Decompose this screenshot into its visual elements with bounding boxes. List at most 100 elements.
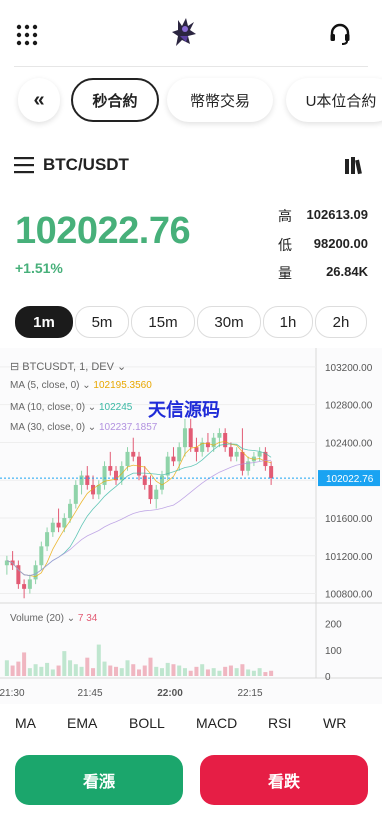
candle-body [56,522,61,528]
tab-second-contract[interactable]: 秒合約 [71,78,159,122]
ma30-value: 102237.1857 [98,422,158,433]
volume-value: 26.84K [326,264,368,279]
volume-bar [200,664,205,676]
headset-icon[interactable] [328,22,352,46]
volume-bar [108,665,113,676]
timeframe-2h[interactable]: 2h [315,306,367,338]
low-value: 98200.00 [313,236,368,251]
volume-bar [177,665,182,676]
chevron-down-icon[interactable]: ⌄ [79,380,93,391]
trading-pair[interactable]: BTC/USDT [43,155,129,175]
candle-body [228,447,233,457]
books-icon[interactable] [344,155,364,175]
volume-bar [154,666,159,676]
volume-bar [165,662,170,676]
volume-bar [171,664,176,676]
last-price-tag-label: 102022.76 [326,474,374,485]
ma30-label: MA (30, close, 0) [10,422,86,433]
volume-bar [62,651,67,676]
chart-symbol-line[interactable]: ⊟ BTCUSDT, 1, DEV ⌄ [10,360,126,373]
tab-usdt-futures[interactable]: U本位合約 [286,78,382,122]
timeframe-15m[interactable]: 15m [131,306,195,338]
chart-symbol: BTCUSDT, 1, DEV [22,361,114,373]
indicator-wr[interactable]: WR [323,715,346,731]
volume-bar [257,668,262,676]
indicator-ma[interactable]: MA [15,715,36,731]
volume-bar [96,644,101,676]
indicator-boll[interactable]: BOLL [129,715,165,731]
candle-body [33,565,38,580]
high-value: 102613.09 [306,207,368,222]
indicator-macd[interactable]: MACD [196,715,237,731]
candle-body [182,428,187,448]
volume-bar [148,657,153,676]
candle-body [240,451,245,471]
low-label: 低 [278,237,292,253]
candle-body [79,475,84,485]
chevron-down-icon[interactable]: ⌄ [85,422,99,433]
timeframe-30m[interactable]: 30m [197,306,261,338]
volume-legend: Volume (20) ⌄ 7 34 [10,613,97,624]
candle-body [96,484,101,495]
volume-bar [228,665,233,676]
candle-body [211,437,216,448]
candle-body [39,546,44,566]
volume-bar [79,666,84,676]
tab-spot-trading[interactable]: 幣幣交易 [167,78,273,122]
chevron-down-icon[interactable]: ⌄ [64,613,78,624]
volume-bar [114,666,119,676]
market-tabs: « 秒合約 幣幣交易 U本位合約 [0,78,382,126]
volume-bar [223,666,228,676]
price-tick-label: 100800.00 [325,590,373,601]
volume-bar [188,670,193,676]
high-label: 高 [278,208,292,224]
candle-body [177,447,182,462]
volume-bar [91,668,96,676]
volume-bar [10,665,15,676]
candle-body [142,475,147,485]
grid-menu-icon[interactable] [16,24,38,46]
candle-body [188,428,193,448]
volume-bar [159,668,164,676]
header-divider [14,66,368,67]
candle-body [50,522,55,533]
volume-bar [125,660,130,676]
volume-bar [246,669,251,676]
chevron-down-icon[interactable]: ⌄ [85,402,99,413]
candle-body [194,447,199,452]
chart-collapse-icon[interactable]: ⊟ [10,361,22,373]
volume-bar [251,670,256,676]
price-tick-label: 102800.00 [325,401,373,412]
volume-indicator-value: 7 34 [77,613,98,624]
candle-body [154,489,159,500]
price-tick-label: 101200.00 [325,552,373,563]
candle-body [165,456,170,476]
volume-bar [182,668,187,676]
ma10-legend: MA (10, close, 0) ⌄ 102245 [10,402,132,413]
hamburger-menu-icon[interactable] [14,156,34,174]
volume-bar [119,668,124,676]
timeframe-5m[interactable]: 5m [75,306,129,338]
candle-body [73,484,78,504]
time-tick-label: 22:15 [237,688,262,699]
volume-bar [263,672,268,676]
candle-body [148,484,153,500]
indicator-ema[interactable]: EMA [67,715,97,731]
indicator-rsi[interactable]: RSI [268,715,291,731]
timeframe-1m[interactable]: 1m [15,306,73,338]
ma10-label: MA (10, close, 0) [10,402,86,413]
price-change: +1.51% [15,260,63,276]
volume-bar [33,664,38,676]
volume-bar [22,652,27,676]
watermark-text: 天信源码 [148,400,220,420]
sell-down-button[interactable]: 看跌 [200,755,368,805]
candle-body [171,456,176,462]
volume-bar [234,668,239,676]
chevron-down-icon[interactable]: ⌄ [114,361,126,373]
timeframe-1h[interactable]: 1h [263,306,313,338]
tab-scroll-back[interactable]: « [18,78,60,122]
buy-up-button[interactable]: 看漲 [15,755,183,805]
ma30-legend: MA (30, close, 0) ⌄ 102237.1857 [10,422,157,433]
price-tick-label: 101600.00 [325,514,373,525]
candle-body [131,451,136,457]
